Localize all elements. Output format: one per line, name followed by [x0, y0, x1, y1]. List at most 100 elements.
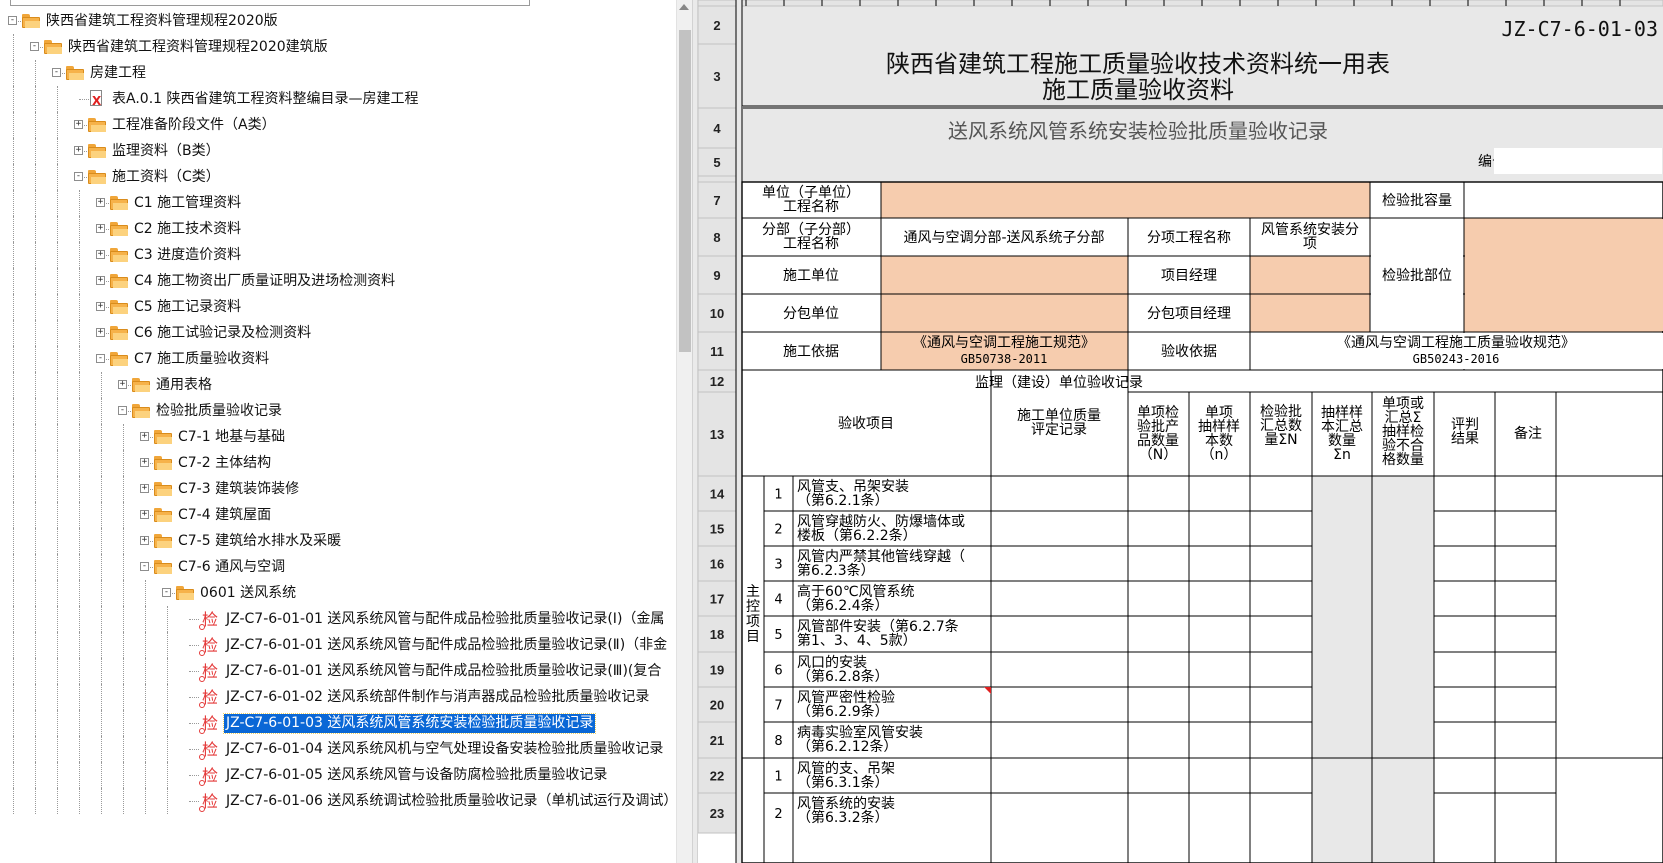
expand-icon[interactable]: + [140, 432, 149, 441]
tree-node-label[interactable]: JZ-C7-6-01-03 送风系统风管系统安装检验批质量验收记录 [222, 713, 597, 734]
tree-node[interactable]: + C7-4 建筑屋面 [0, 502, 676, 528]
tree-node-label[interactable]: C4 施工物资出厂质量证明及进场检测资料 [132, 272, 397, 291]
tree-node[interactable]: 检 JZ-C7-6-01-04 送风系统风机与空气处理设备安装检验批质量验收记录 [0, 736, 676, 762]
tree-node-label[interactable]: C7 施工质量验收资料 [132, 350, 271, 369]
tree-node-label[interactable]: C7-1 地基与基础 [176, 428, 287, 447]
expand-icon[interactable]: + [140, 484, 149, 493]
tree-node-label[interactable]: C1 施工管理资料 [132, 194, 243, 213]
tree-node[interactable]: + C6 施工试验记录及检测资料 [0, 320, 676, 346]
tree-search-box[interactable] [10, 0, 530, 6]
project-manager-input[interactable] [1250, 256, 1370, 294]
tree-node[interactable]: - 陕西省建筑工程资料管理规程2020建筑版 [0, 34, 676, 60]
tree-node[interactable]: + C7-5 建筑给水排水及采暖 [0, 528, 676, 554]
tree-node[interactable]: - C7 施工质量验收资料 [0, 346, 676, 372]
expand-icon[interactable]: + [140, 458, 149, 467]
tree-guide-line [57, 242, 58, 268]
tree-node[interactable]: 检 JZ-C7-6-01-06 送风系统调试检验批质量验收记录（单机试运行及调试） [0, 788, 679, 814]
tree-node[interactable]: - 陕西省建筑工程资料管理规程2020版 [0, 8, 676, 34]
tree-node-label[interactable]: JZ-C7-6-01-02 送风系统部件制作与消声器成品检验批质量验收记录 [224, 688, 651, 707]
collapse-icon[interactable]: - [96, 354, 105, 363]
tree-node-label[interactable]: 工程准备阶段文件（A类） [110, 116, 278, 135]
tree-node[interactable]: 检 JZ-C7-6-01-01 送风系统风管与配件成品检验批质量验收记录(Ⅱ)（非… [0, 632, 676, 658]
tree-node-label[interactable]: JZ-C7-6-01-05 送风系统风管与设备防腐检验批质量验收记录 [224, 766, 609, 785]
collapse-icon[interactable]: - [74, 172, 83, 181]
tree-node-label[interactable]: 检验批质量验收记录 [154, 402, 284, 421]
tree-node[interactable]: - C7-6 通风与空调 [0, 554, 676, 580]
tree-node-label[interactable]: 陕西省建筑工程资料管理规程2020版 [44, 12, 280, 31]
tree-node-label[interactable]: JZ-C7-6-01-01 送风系统风管与配件成品检验批质量验收记录(Ⅱ)（非金 [224, 636, 669, 655]
tree-node[interactable]: X 表A.0.1 陕西省建筑工程资料整编目录—房建工程 [0, 86, 676, 112]
tree-node[interactable]: + C7-1 地基与基础 [0, 424, 676, 450]
expand-icon[interactable]: + [140, 510, 149, 519]
tree-node[interactable]: - 施工资料（C类） [0, 164, 676, 190]
tree-node-label[interactable]: 表A.0.1 陕西省建筑工程资料整编目录—房建工程 [110, 90, 421, 109]
tree-node[interactable]: + 监理资料（B类） [0, 138, 676, 164]
tree-node[interactable]: + 通用表格 [0, 372, 676, 398]
expand-icon[interactable]: + [96, 224, 105, 233]
tree-node[interactable]: - 检验批质量验收记录 [0, 398, 676, 424]
tree-node[interactable]: 检 JZ-C7-6-01-01 送风系统风管与配件成品检验批质量验收记录(Ⅰ)（金… [0, 606, 676, 632]
expand-icon[interactable]: + [140, 536, 149, 545]
expand-icon[interactable]: + [96, 302, 105, 311]
expand-icon[interactable]: + [96, 328, 105, 337]
collapse-icon[interactable]: - [52, 68, 61, 77]
tree-node-label[interactable]: JZ-C7-6-01-01 送风系统风管与配件成品检验批质量验收记录(Ⅲ)(复合 [224, 662, 663, 681]
tree-node[interactable]: 检 JZ-C7-6-01-02 送风系统部件制作与消声器成品检验批质量验收记录 [0, 684, 676, 710]
tree-node[interactable]: + C7-2 主体结构 [0, 450, 676, 476]
acceptance-item-text: （第6.2.12条） [797, 738, 898, 755]
tree-node-label[interactable]: C5 施工记录资料 [132, 298, 243, 317]
expand-icon[interactable]: + [96, 250, 105, 259]
collapse-icon[interactable]: - [162, 588, 171, 597]
expand-icon[interactable]: + [118, 380, 127, 389]
tree-node-label[interactable]: C7-4 建筑屋面 [176, 506, 273, 525]
tree-node-label[interactable]: 施工资料（C类） [110, 168, 222, 187]
tree-node-label[interactable]: C7-3 建筑装饰装修 [176, 480, 301, 499]
tree-node-label[interactable]: JZ-C7-6-01-06 送风系统调试检验批质量验收记录（单机试运行及调试） [224, 792, 679, 811]
tree-node[interactable]: 检 JZ-C7-6-01-01 送风系统风管与配件成品检验批质量验收记录(Ⅲ)(复… [0, 658, 676, 684]
tree-node[interactable]: + C4 施工物资出厂质量证明及进场检测资料 [0, 268, 676, 294]
tree-node-label[interactable]: 陕西省建筑工程资料管理规程2020建筑版 [66, 38, 330, 57]
collapse-icon[interactable]: - [8, 16, 17, 25]
expand-icon[interactable]: + [74, 146, 83, 155]
item-name-label: 分项工程名称 [1147, 230, 1231, 246]
tree-node[interactable]: + 工程准备阶段文件（A类） [0, 112, 676, 138]
scrollbar-thumb[interactable] [679, 30, 691, 352]
collapse-icon[interactable]: - [118, 406, 127, 415]
expand-icon[interactable]: + [96, 276, 105, 285]
inspection-location-input[interactable] [1465, 219, 1663, 331]
collapse-icon[interactable]: - [30, 42, 39, 51]
sub-project-manager-input[interactable] [1250, 294, 1370, 332]
tree-node-label[interactable]: JZ-C7-6-01-01 送风系统风管与配件成品检验批质量验收记录(Ⅰ)（金属 [224, 610, 666, 629]
tree-node-label[interactable]: C6 施工试验记录及检测资料 [132, 324, 313, 343]
tree-node[interactable]: + C3 进度造价资料 [0, 242, 676, 268]
tree-node[interactable]: + C1 施工管理资料 [0, 190, 676, 216]
tree-node[interactable]: 检 JZ-C7-6-01-03 送风系统风管系统安装检验批质量验收记录 [0, 710, 676, 736]
tree-node-label[interactable]: C3 进度造价资料 [132, 246, 243, 265]
tree-node[interactable]: + C2 施工技术资料 [0, 216, 676, 242]
number-input[interactable] [1494, 148, 1662, 174]
subcontract-unit-input[interactable] [881, 294, 1128, 332]
tree-node-label[interactable]: 监理资料（B类） [110, 142, 222, 161]
expand-icon[interactable]: + [96, 198, 105, 207]
capacity-input[interactable] [1465, 183, 1662, 217]
acceptance-item-text: （第6.3.1条） [797, 774, 889, 791]
expand-icon[interactable]: + [74, 120, 83, 129]
construction-unit-input[interactable] [881, 256, 1128, 294]
tree-node[interactable]: - 房建工程 [0, 60, 676, 86]
tree-node-label[interactable]: C7-5 建筑给水排水及采暖 [176, 532, 343, 551]
tree-node-label[interactable]: C7-6 通风与空调 [176, 558, 287, 577]
project-name-input[interactable] [881, 182, 1370, 218]
tree-node[interactable]: - 0601 送风系统 [0, 580, 676, 606]
tree-node-label[interactable]: C7-2 主体结构 [176, 454, 273, 473]
tree-node-label[interactable]: 房建工程 [88, 64, 148, 83]
tree-node-label[interactable]: C2 施工技术资料 [132, 220, 243, 239]
tree-node-label[interactable]: 通用表格 [154, 376, 214, 395]
collapse-icon[interactable]: - [140, 562, 149, 571]
tree-node-label[interactable]: 0601 送风系统 [198, 584, 298, 603]
tree-node[interactable]: + C5 施工记录资料 [0, 294, 676, 320]
tree-node[interactable]: + C7-3 建筑装饰装修 [0, 476, 676, 502]
tree-node-label[interactable]: JZ-C7-6-01-04 送风系统风机与空气处理设备安装检验批质量验收记录 [224, 740, 665, 759]
tree-vertical-scrollbar[interactable] [676, 0, 692, 863]
tree-node[interactable]: 检 JZ-C7-6-01-05 送风系统风管与设备防腐检验批质量验收记录 [0, 762, 676, 788]
scroll-up-arrow-icon[interactable] [679, 4, 689, 10]
